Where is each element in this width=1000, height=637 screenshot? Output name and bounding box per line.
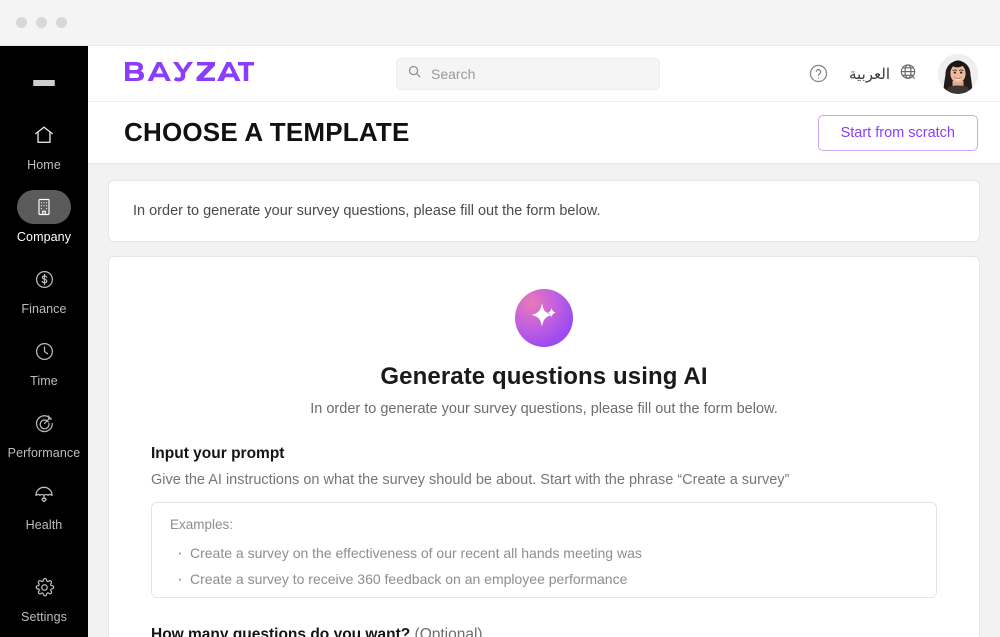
sidebar-item-health[interactable]: Health [0, 478, 88, 532]
sidebar-item-finance[interactable]: Finance [0, 262, 88, 316]
search-icon [407, 64, 422, 84]
window-maximize-dot[interactable] [56, 17, 67, 28]
sidebar-item-label: Health [25, 518, 63, 532]
window-close-dot[interactable] [16, 17, 27, 28]
question-circle-icon[interactable] [808, 63, 829, 84]
app-window: Home Company Finance Time Performance He… [0, 0, 1000, 637]
gear-icon [17, 570, 71, 604]
avatar[interactable] [938, 53, 978, 94]
prompt-input[interactable]: Examples: Create a survey on the effecti… [151, 502, 937, 598]
prompt-field-label: Input your prompt [151, 445, 285, 462]
target-icon [17, 406, 71, 440]
sidebar-item-label: Home [27, 158, 61, 172]
search-input-wrapper[interactable] [396, 57, 660, 90]
optional-tag: (Optional) [414, 626, 483, 637]
building-icon [17, 190, 71, 224]
notice-text: In order to generate your survey questio… [133, 203, 601, 219]
sidebar-item-label: Settings [21, 610, 67, 624]
hamburger-icon[interactable] [33, 80, 55, 86]
globe-icon [898, 62, 918, 86]
main-area: العربية [88, 46, 1000, 637]
ai-form-subheading: In order to generate your survey questio… [310, 401, 778, 417]
ai-form-card: Generate questions using AI In order to … [108, 256, 980, 637]
bayzat-logo[interactable] [124, 60, 254, 88]
sidebar-item-label: Performance [7, 446, 81, 460]
topbar-actions: العربية [808, 53, 978, 94]
start-from-scratch-button[interactable]: Start from scratch [817, 114, 978, 151]
clock-icon [17, 334, 71, 368]
sidebar-item-label: Time [30, 374, 58, 388]
prompt-field-help: Give the AI instructions on what the sur… [151, 472, 790, 488]
list-item: Create a survey to receive 360 feedback … [170, 566, 918, 592]
language-label: العربية [849, 65, 890, 83]
window-minimize-dot[interactable] [36, 17, 47, 28]
examples-title: Examples: [170, 517, 234, 532]
window-controls [16, 17, 67, 28]
window-titlebar [0, 0, 1000, 46]
topbar: العربية [88, 46, 1000, 102]
sidebar-item-label: Company [16, 230, 72, 244]
ai-sparkle-icon [515, 289, 573, 347]
sidebar-item-label: Finance [21, 302, 67, 316]
umbrella-heart-icon [17, 478, 71, 512]
examples-list: Create a survey on the effectiveness of … [170, 540, 918, 592]
sidebar-item-time[interactable]: Time [0, 334, 88, 388]
sidebar-item-performance[interactable]: Performance [0, 406, 88, 460]
search-input[interactable] [431, 65, 649, 82]
ai-form-heading: Generate questions using AI [380, 363, 708, 390]
sidebar-item-home[interactable]: Home [0, 118, 88, 172]
dollar-circle-icon [17, 262, 71, 296]
list-item: Create a survey on the effectiveness of … [170, 540, 918, 566]
sidebar: Home Company Finance Time Performance He… [0, 46, 88, 637]
sidebar-item-settings[interactable]: Settings [0, 570, 88, 624]
page-title: CHOOSE A TEMPLATE [124, 117, 410, 147]
notice-banner: In order to generate your survey questio… [108, 180, 980, 242]
page-header: CHOOSE A TEMPLATE Start from scratch [88, 102, 1000, 164]
content-area: In order to generate your survey questio… [88, 164, 1000, 637]
question-count-label: How many questions do you want? (Optiona… [151, 626, 937, 637]
sidebar-item-company[interactable]: Company [0, 190, 88, 244]
home-icon [17, 118, 71, 152]
question-count-label-text: How many questions do you want? [151, 626, 411, 637]
language-switcher[interactable]: العربية [849, 62, 918, 86]
